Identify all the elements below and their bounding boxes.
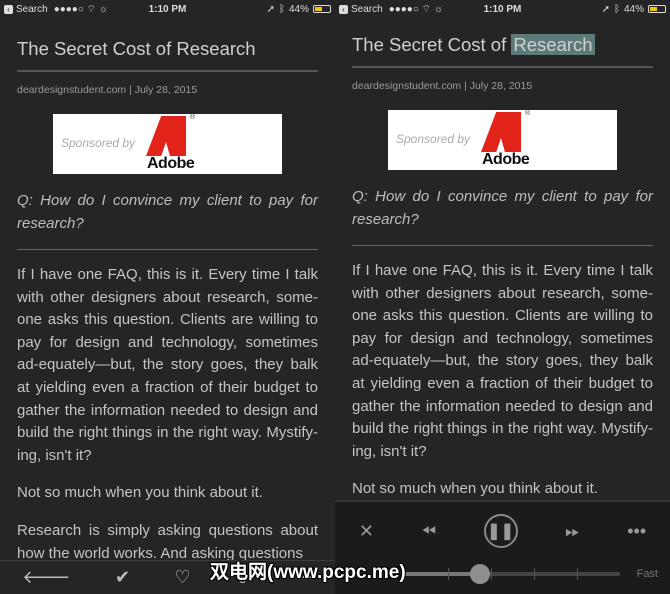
battery-icon: [648, 5, 666, 13]
adobe-logo-icon: [146, 116, 186, 156]
location-icon: ➚: [266, 3, 275, 15]
registered-mark: ®: [190, 114, 196, 121]
brand-name: Adobe: [147, 155, 195, 172]
sponsored-label: Sponsored by: [61, 136, 136, 150]
tts-highlighted-word: Research: [511, 34, 595, 55]
article-title: The Secret Cost of Research: [352, 34, 595, 55]
paragraph: Not so much when you think about it.: [352, 480, 598, 498]
battery-percent: 44%: [288, 3, 309, 15]
sponsor-ad[interactable]: Sponsored by ® Adobe: [53, 114, 282, 174]
divider: [17, 70, 318, 72]
back-arrow-icon[interactable]: 🡐: [22, 567, 70, 588]
bluetooth-icon: ᛒ: [613, 3, 620, 15]
speed-label: Fast: [636, 568, 658, 580]
divider: [352, 66, 653, 68]
article-meta: deardesignstudent.com | July 28, 2015: [17, 84, 198, 96]
registered-mark: ®: [525, 110, 531, 117]
close-icon[interactable]: ✕: [359, 521, 374, 542]
signal-icon: ●●●●○ ︎⌔ ☼: [388, 3, 444, 15]
sponsored-label: Sponsored by: [396, 132, 471, 146]
paragraph: If I have one FAQ, this is it. Every tim…: [17, 266, 318, 464]
paragraph: Not so much when you think about it.: [17, 484, 263, 502]
battery-icon: [313, 5, 331, 13]
question: Q: How do I convince my client to pay fo…: [17, 192, 318, 232]
article: The Secret Cost of Research deardesignst…: [352, 34, 653, 516]
battery-percent: 44%: [623, 3, 644, 15]
paragraph: If I have one FAQ, this is it. Every tim…: [352, 262, 653, 460]
article-meta: deardesignstudent.com | July 28, 2015: [352, 80, 533, 92]
question: Q: How do I convince my client to pay fo…: [352, 188, 653, 228]
adobe-logo-icon: [481, 112, 521, 152]
more-options-icon[interactable]: •••: [627, 521, 646, 542]
bluetooth-icon: ᛒ: [278, 3, 285, 15]
sponsor-ad[interactable]: Sponsored by ® Adobe: [388, 110, 617, 170]
divider: [352, 245, 653, 246]
brand-name: Adobe: [482, 151, 530, 168]
checkmark-icon[interactable]: ✔: [115, 567, 130, 588]
back-app-label[interactable]: Search: [16, 4, 48, 15]
reader-view-left: ‹ Search ●●●●○ ︎⌔ ☼ 1:10 PM ➚ ᛒ 44% The Se…: [0, 0, 335, 594]
location-icon: ➚: [601, 3, 610, 15]
article: The Secret Cost of Research deardesignst…: [17, 38, 318, 580]
status-bar: ‹ Search ●●●●○ ︎⌔ ☼ 1:10 PM ➚ ᛒ 44%: [335, 0, 670, 18]
watermark: 双电网(www.pcpc.me): [210, 562, 406, 583]
fast-forward-icon[interactable]: ⏩︎: [565, 521, 579, 542]
divider: [17, 249, 318, 250]
article-title: The Secret Cost of Research: [17, 38, 256, 59]
rewind-icon[interactable]: ⏪︎: [422, 521, 436, 542]
pause-button[interactable]: ❚❚: [483, 514, 518, 548]
reader-view-right: ‹ Search ●●●●○ ︎⌔ ☼ 1:10 PM ➚ ᛒ 44% The Se…: [335, 0, 670, 594]
pause-icon: ❚❚: [487, 523, 514, 540]
status-bar: ‹ Search ●●●●○ ︎⌔ ☼ 1:10 PM ➚ ᛒ 44%: [0, 0, 335, 18]
signal-icon: ●●●●○ ︎⌔ ☼: [53, 3, 109, 15]
speed-slider-handle[interactable]: [470, 564, 491, 584]
back-app-icon[interactable]: ‹: [339, 4, 348, 14]
comment-heart-icon[interactable]: ♡: [175, 567, 191, 588]
back-app-label[interactable]: Search: [351, 4, 383, 15]
back-app-icon[interactable]: ‹: [4, 4, 13, 14]
speed-slider[interactable]: [405, 564, 620, 584]
